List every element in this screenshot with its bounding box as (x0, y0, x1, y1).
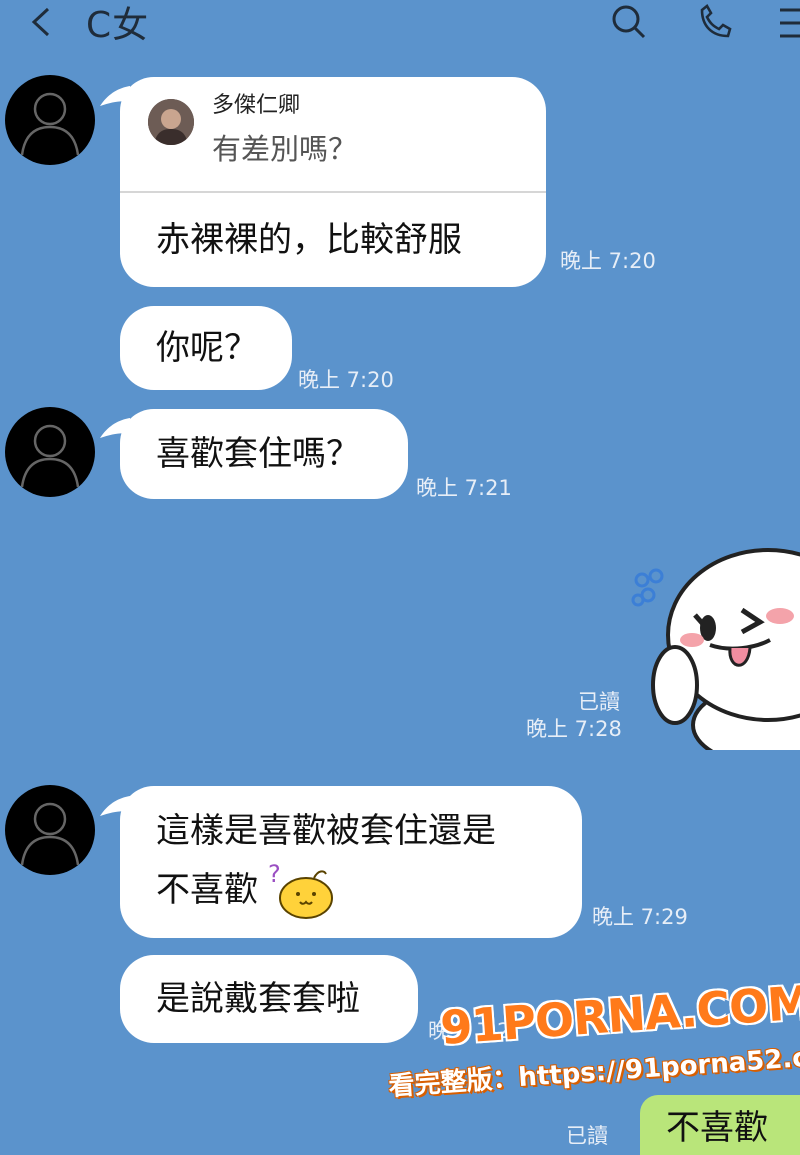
message-time: 晚上 7:20 (298, 368, 394, 392)
chat-header: C女 (0, 0, 800, 48)
default-user-icon (20, 802, 80, 866)
outgoing-bubble[interactable]: 不喜歡 (640, 1095, 800, 1155)
contact-avatar[interactable] (5, 785, 95, 875)
message-bubble[interactable]: 是說戴套套啦 (120, 955, 418, 1043)
chevron-left-icon[interactable] (28, 6, 58, 38)
message-time: 晚上 7:29 (592, 905, 688, 929)
quoted-text: 有差別嗎？ (212, 132, 358, 166)
contact-avatar[interactable] (5, 75, 95, 165)
chat-title: C女 (86, 5, 150, 46)
svg-text:?: ? (268, 860, 281, 888)
quoted-user-name: 多傑仁卿 (212, 93, 301, 118)
default-user-icon (20, 92, 80, 156)
default-user-icon (20, 424, 80, 488)
message-text-line: 不喜歡 (156, 870, 258, 910)
contact-avatar[interactable] (5, 407, 95, 497)
search-icon[interactable] (608, 4, 648, 42)
message-bubble[interactable]: 你呢？ (120, 306, 292, 390)
message-time: 晚上 7:28 (526, 717, 622, 741)
message-text: 你呢？ (156, 328, 258, 368)
message-bubble[interactable]: 這樣是喜歡被套住還是 不喜歡 ? (120, 786, 582, 938)
message-text: 喜歡套住嗎？ (156, 434, 360, 474)
message-text: 赤裸裸的，比較舒服 (156, 220, 462, 260)
winking-sticker-icon[interactable] (630, 540, 800, 750)
message-time: 晚上 7:20 (560, 249, 656, 273)
menu-icon[interactable] (772, 4, 800, 42)
phone-icon[interactable] (696, 4, 736, 42)
message-text-line: 這樣是喜歡被套住還是 (156, 811, 496, 851)
message-text: 是說戴套套啦 (156, 979, 360, 1019)
quoted-user-avatar (148, 99, 194, 145)
message-text: 不喜歡 (666, 1108, 768, 1148)
message-time: 晚上 7:21 (416, 476, 512, 500)
message-bubble[interactable]: 喜歡套住嗎？ (120, 409, 408, 499)
quoted-message[interactable]: 多傑仁卿 有差別嗎？ (120, 77, 546, 193)
read-receipt: 已讀 (566, 1124, 608, 1148)
read-receipt: 已讀 (578, 690, 620, 714)
message-bubble-reply[interactable]: 多傑仁卿 有差別嗎？ 赤裸裸的，比較舒服 (120, 77, 546, 287)
confused-emoji-icon: ? (268, 860, 333, 919)
